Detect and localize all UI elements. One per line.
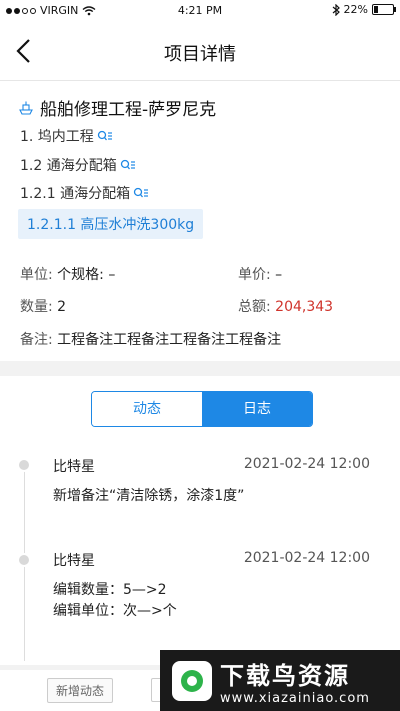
page-title: 项目详情 <box>164 44 236 65</box>
watermark: 下载鸟资源 www.xiazainiao.com <box>160 650 400 711</box>
total-field: 总额: 204,343 <box>238 296 333 316</box>
project-info-card: 船舶修理工程-萨罗尼克 1. 坞内工程 1.2 通海分配箱 1.2.1 通海分配… <box>0 81 400 361</box>
status-right: 22% <box>332 3 396 16</box>
segmented-tabs: 动态 日志 <box>91 391 313 427</box>
log-user: 比特星 <box>53 459 95 475</box>
log-text: 编辑数量：5—>2 <box>53 582 167 598</box>
remark-field: 备注: 工程备注工程备注工程备注工程备注 <box>20 329 281 349</box>
log-time: 2021-02-24 12:00 <box>243 550 370 566</box>
timeline-dot <box>17 458 31 472</box>
path-label: 1.2 通海分配箱 <box>20 158 117 174</box>
total-value: 204,343 <box>275 299 334 315</box>
add-dynamic-button[interactable]: 新增动态 <box>47 678 114 703</box>
quantity-field: 数量: 2 <box>20 296 66 316</box>
project-title-text: 船舶修理工程-萨罗尼克 <box>40 100 217 120</box>
search-list-icon[interactable] <box>120 159 136 171</box>
path-item-3[interactable]: 1.2.1 通海分配箱 <box>20 183 149 203</box>
tab-log[interactable]: 日志 <box>202 392 312 426</box>
unit-label: 单位: <box>20 267 53 283</box>
unit-field: 单位: 个规格: – <box>20 264 115 284</box>
battery-percent: 22% <box>343 3 368 16</box>
search-list-icon[interactable] <box>97 130 113 142</box>
log-time: 2021-02-24 12:00 <box>243 456 370 472</box>
search-list-icon[interactable] <box>133 187 149 199</box>
quantity-value: 2 <box>57 299 67 315</box>
total-label: 总额: <box>238 299 271 315</box>
remark-value: 工程备注工程备注工程备注工程备注 <box>57 332 282 348</box>
path-label: 1. 坞内工程 <box>20 129 94 145</box>
activity-section: 动态 日志 比特星 2021-02-24 12:00 新增备注“清洁除锈，涂漆1… <box>0 376 400 665</box>
watermark-logo-icon <box>172 660 212 701</box>
watermark-title: 下载鸟资源 <box>220 661 350 690</box>
path-label: 1.2.1 通海分配箱 <box>20 186 131 202</box>
selected-item-tag[interactable]: 1.2.1.1 高压水冲洗300kg <box>18 209 204 239</box>
battery-level <box>374 6 378 13</box>
price-field: 单价: – <box>238 264 282 284</box>
bluetooth-icon <box>332 3 340 16</box>
battery-icon <box>372 4 396 15</box>
timeline-dot <box>17 553 31 567</box>
nav-bar: 项目详情 <box>0 22 400 81</box>
path-item-2[interactable]: 1.2 通海分配箱 <box>20 155 136 175</box>
remark-label: 备注: <box>20 332 53 348</box>
price-label: 单价: <box>238 267 271 283</box>
project-title: 船舶修理工程-萨罗尼克 <box>18 95 216 120</box>
tab-dynamic[interactable]: 动态 <box>92 392 202 426</box>
watermark-url: www.xiazainiao.com <box>220 690 370 706</box>
path-item-1[interactable]: 1. 坞内工程 <box>20 126 113 146</box>
log-text: 新增备注“清洁除锈，涂漆1度” <box>53 488 245 504</box>
price-value: – <box>275 267 283 283</box>
watermark-text: 下载鸟资源 www.xiazainiao.com <box>220 656 370 706</box>
unit-value: 个规格: – <box>57 267 116 283</box>
ship-icon <box>19 101 33 115</box>
log-text: 编辑单位：次—>个 <box>53 603 177 619</box>
status-bar: VIRGIN 4:21 PM 22% <box>0 0 400 22</box>
log-user: 比特星 <box>53 553 95 569</box>
quantity-label: 数量: <box>20 299 53 315</box>
